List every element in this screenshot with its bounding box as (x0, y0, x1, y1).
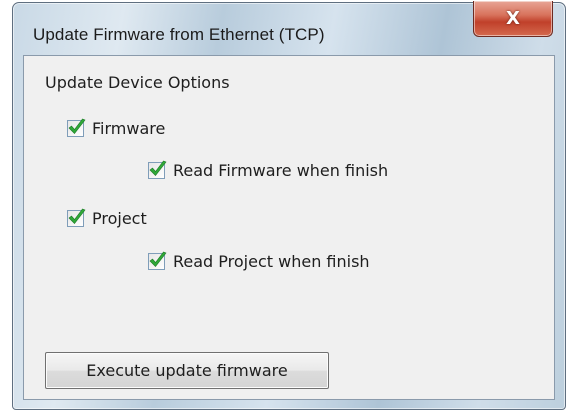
update-firmware-dialog: Update Firmware from Ethernet (TCP) X Up… (12, 1, 566, 410)
read-firmware-checkbox[interactable] (148, 160, 167, 179)
read-project-option[interactable]: Read Project when finish (148, 250, 370, 272)
close-button[interactable]: X (473, 1, 553, 37)
check-mark-icon (68, 208, 86, 224)
firmware-label: Firmware (92, 118, 166, 138)
firmware-option[interactable]: Firmware (67, 117, 165, 139)
read-project-label: Read Project when finish (173, 251, 370, 271)
project-checkbox[interactable] (67, 208, 86, 227)
group-label: Update Device Options (45, 73, 230, 92)
title-bar[interactable]: Update Firmware from Ethernet (TCP) X (13, 1, 565, 55)
read-firmware-option[interactable]: Read Firmware when finish (148, 159, 388, 181)
check-mark-icon (68, 118, 86, 134)
check-mark-icon (149, 160, 167, 176)
project-option[interactable]: Project (67, 207, 147, 229)
firmware-checkbox[interactable] (67, 118, 86, 137)
read-firmware-label: Read Firmware when finish (173, 160, 389, 180)
execute-update-firmware-button[interactable]: Execute update firmware (45, 352, 329, 389)
dialog-content: Update Device Options Firmware Read Firm… (23, 55, 555, 400)
read-project-checkbox[interactable] (148, 251, 167, 270)
project-label: Project (92, 208, 147, 228)
window-title: Update Firmware from Ethernet (TCP) (33, 25, 325, 44)
check-mark-icon (149, 251, 167, 267)
close-icon: X (506, 8, 520, 29)
